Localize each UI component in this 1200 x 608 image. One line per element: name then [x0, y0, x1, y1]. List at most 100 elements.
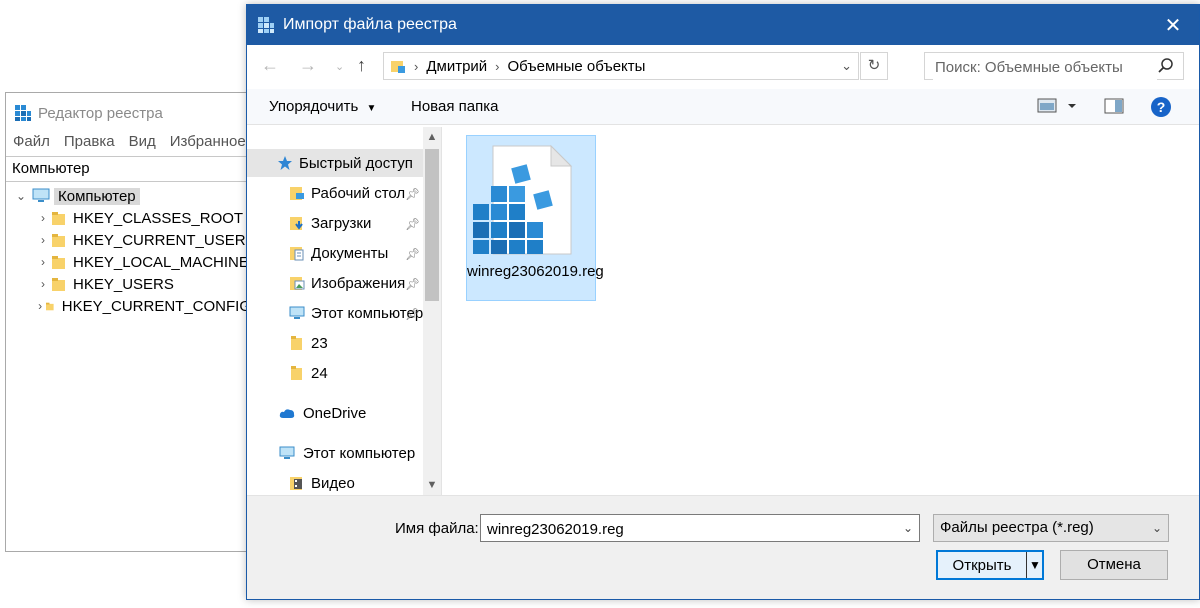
refresh-icon: ↻ [867, 57, 881, 74]
open-button[interactable]: Открыть ▼ [936, 550, 1044, 580]
pin-icon[interactable]: 📌︎ [405, 277, 420, 291]
search-box[interactable] [924, 52, 1184, 80]
scroll-up-arrow-icon[interactable]: ▲ [423, 131, 441, 143]
nav-scrollbar[interactable]: ▲ ▼ [423, 127, 441, 495]
cancel-button[interactable]: Отмена [1060, 550, 1168, 580]
search-input[interactable] [933, 54, 1157, 80]
pin-icon[interactable]: 📌︎ [405, 307, 420, 321]
breadcrumb[interactable]: › Дмитрий › Объемные объекты ⌄ [383, 52, 859, 80]
pin-icon[interactable]: 📌︎ [405, 247, 420, 261]
nav-item-video[interactable]: Видео [289, 469, 355, 495]
up-arrow-icon[interactable]: ↑ [357, 55, 366, 76]
menu-edit[interactable]: Правка [64, 133, 115, 150]
menu-file[interactable]: Файл [13, 133, 50, 150]
chevron-right-icon[interactable]: › [36, 211, 50, 225]
change-view-button[interactable] [1037, 97, 1077, 119]
tree-item-label: HKEY_LOCAL_MACHINE [73, 253, 249, 271]
regedit-address-bar[interactable]: Компьютер [6, 156, 251, 182]
navigation-pane: Быстрый доступ Рабочий стол Загрузки Док… [247, 127, 442, 495]
downloads-folder-icon [290, 217, 303, 230]
chevron-down-icon[interactable]: ⌄ [841, 58, 852, 74]
breadcrumb-item[interactable]: Объемные объекты [504, 58, 650, 75]
refresh-button[interactable]: ↻ [860, 52, 888, 80]
computer-icon [279, 446, 295, 459]
caret-down-icon: ▼ [366, 103, 377, 114]
nav-item-pictures[interactable]: Изображения [289, 269, 405, 297]
menu-view[interactable]: Вид [129, 133, 156, 150]
split-divider [1026, 552, 1027, 578]
filetype-select[interactable]: Файлы реестра (*.reg) ⌄ [933, 514, 1169, 542]
nav-quick-access[interactable]: Быстрый доступ [247, 149, 423, 177]
chevron-down-icon[interactable]: ⌄ [903, 521, 913, 535]
folder-icon [291, 366, 302, 380]
filename-combobox[interactable]: ⌄ [480, 514, 920, 542]
help-icon[interactable]: ? [1151, 97, 1171, 117]
nav-item-this-pc-pinned[interactable]: Этот компьютер [289, 299, 423, 327]
nav-item-label: Загрузки [311, 214, 372, 232]
chevron-right-icon[interactable]: › [36, 277, 50, 291]
chevron-right-icon[interactable]: › [36, 299, 44, 313]
nav-item-folder-24[interactable]: 24 [289, 359, 328, 387]
breadcrumb-item[interactable]: Дмитрий [422, 58, 491, 75]
dialog-footer: Имя файла: ⌄ Файлы реестра (*.reg) ⌄ Отк… [247, 495, 1199, 599]
recent-locations-icon[interactable]: ⌄ [335, 60, 344, 73]
nav-item-label: OneDrive [303, 404, 367, 422]
regedit-window: Редактор реестра Файл Правка Вид Избранн… [5, 92, 255, 552]
preview-pane-button[interactable] [1104, 97, 1124, 119]
documents-folder-icon [290, 247, 304, 261]
tree-root-computer[interactable]: ⌄ Компьютер [6, 185, 251, 207]
tree-item-hku[interactable]: › HKEY_USERS [6, 273, 251, 295]
back-arrow-icon[interactable]: ← [261, 55, 279, 76]
computer-icon [32, 188, 50, 202]
menu-favorites[interactable]: Избранное [170, 133, 246, 150]
new-folder-button[interactable]: Новая папка [411, 98, 498, 115]
regedit-menubar: Файл Правка Вид Избранное [6, 133, 246, 150]
desktop-folder-icon [290, 187, 304, 200]
tree-item-hklm[interactable]: › HKEY_LOCAL_MACHINE [6, 251, 251, 273]
nav-item-onedrive[interactable]: OneDrive [277, 399, 366, 427]
chevron-down-icon[interactable]: ⌄ [1152, 515, 1162, 541]
tree-item-hkcr[interactable]: › HKEY_CLASSES_ROOT [6, 207, 251, 229]
regedit-app-icon [258, 17, 274, 33]
file-item[interactable]: winreg23062019.reg [466, 135, 604, 301]
tree-item-hkcc[interactable]: › HKEY_CURRENT_CONFIG [6, 295, 251, 317]
folder-icon [46, 302, 54, 310]
pin-icon[interactable]: 📌︎ [405, 187, 420, 201]
nav-item-label: Документы [311, 244, 389, 262]
nav-item-folder-23[interactable]: 23 [289, 329, 328, 357]
nav-item-this-pc[interactable]: Этот компьютер [277, 439, 415, 467]
tree-root-label: Компьютер [54, 187, 140, 205]
chevron-right-icon[interactable]: › [36, 255, 50, 269]
chevron-right-icon[interactable]: › [36, 233, 50, 247]
chevron-down-icon[interactable]: ⌄ [14, 189, 28, 203]
nav-item-documents[interactable]: Документы [289, 239, 388, 267]
view-icon [1037, 98, 1076, 113]
scrollbar-thumb[interactable] [425, 149, 439, 301]
organize-button[interactable]: Упорядочить ▼ [269, 98, 376, 115]
cloud-icon [279, 409, 295, 418]
caret-down-icon[interactable]: ▼ [1029, 558, 1041, 572]
navigation-bar: ← → ⌄ ↑ › Дмитрий › Объемные объекты ⌄ ↻ [247, 49, 1199, 83]
search-icon[interactable] [1157, 57, 1175, 75]
nav-item-downloads[interactable]: Загрузки [289, 209, 371, 237]
star-icon [278, 156, 292, 170]
file-name: winreg23062019.reg [467, 263, 604, 280]
pin-icon[interactable]: 📌︎ [405, 217, 420, 231]
nav-item-label: 23 [311, 334, 328, 352]
nav-item-label: Изображения [311, 274, 406, 292]
organize-label: Упорядочить [269, 98, 359, 115]
nav-item-desktop[interactable]: Рабочий стол [289, 179, 405, 207]
nav-item-label: Быстрый доступ [299, 154, 413, 172]
scroll-down-arrow-icon[interactable]: ▼ [423, 479, 441, 491]
breadcrumb-separator-icon[interactable]: › [410, 59, 422, 74]
folder-location-icon [391, 61, 405, 73]
breadcrumb-separator-icon[interactable]: › [491, 59, 503, 74]
forward-arrow-icon[interactable]: → [299, 55, 317, 76]
close-icon[interactable]: ✕ [1161, 13, 1185, 38]
computer-icon [289, 306, 305, 319]
regedit-titlebar: Редактор реестра [14, 103, 163, 123]
pictures-folder-icon [290, 277, 305, 290]
filename-label: Имя файла: [395, 520, 479, 537]
tree-item-hkcu[interactable]: › HKEY_CURRENT_USER [6, 229, 251, 251]
filename-input[interactable] [485, 516, 889, 542]
